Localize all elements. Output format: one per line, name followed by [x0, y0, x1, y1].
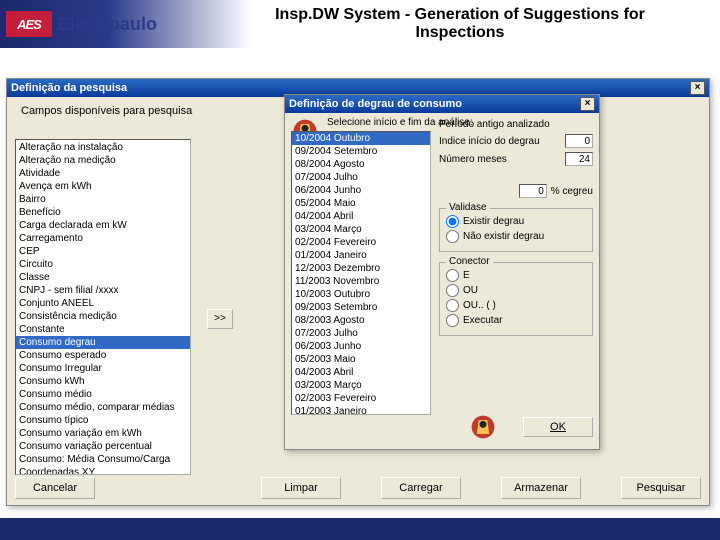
connector-e-label: E — [463, 270, 470, 281]
list-item[interactable]: 01/2003 Janeiro — [292, 405, 430, 415]
list-item[interactable]: 10/2004 Outubro — [292, 132, 430, 145]
page-title: Insp.DW System - Generation of Suggestio… — [220, 6, 700, 43]
not-exist-step-radio[interactable] — [446, 230, 459, 243]
brand-logo: AES Eletropaulo — [0, 11, 157, 37]
list-item[interactable]: 03/2003 Março — [292, 379, 430, 392]
list-item[interactable]: Classe — [16, 271, 190, 284]
cancel-button[interactable]: Cancelar — [15, 477, 95, 499]
connector-execute-radio[interactable] — [446, 314, 459, 327]
load-button[interactable]: Carregar — [381, 477, 461, 499]
list-item[interactable]: 02/2004 Fevereiro — [292, 236, 430, 249]
page-title-line-1: Insp.DW System - Generation of Suggestio… — [275, 6, 645, 23]
list-item[interactable]: Avença em kWh — [16, 180, 190, 193]
connector-ou-radio[interactable] — [446, 284, 459, 297]
list-item[interactable]: 01/2004 Janeiro — [292, 249, 430, 262]
dialog-title: Definição da pesquisa — [11, 82, 127, 94]
list-item[interactable]: Consistência medição — [16, 310, 190, 323]
list-item[interactable]: Consumo médio — [16, 388, 190, 401]
list-item[interactable]: Consumo kWh — [16, 375, 190, 388]
close-icon[interactable]: × — [690, 81, 705, 95]
pct-degrau-input[interactable] — [519, 184, 547, 198]
validate-group: Validase Existir degrau Não existir degr… — [439, 208, 593, 252]
brand-abbrev: AES — [6, 11, 52, 37]
list-item[interactable]: Conjunto ANEEL — [16, 297, 190, 310]
list-item[interactable]: CEP — [16, 245, 190, 258]
list-item[interactable]: 02/2003 Fevereiro — [292, 392, 430, 405]
footer-bar — [0, 518, 720, 540]
list-item[interactable]: Circuito — [16, 258, 190, 271]
not-exist-step-label: Não existir degrau — [463, 231, 544, 242]
list-item[interactable]: 05/2003 Maio — [292, 353, 430, 366]
months-count-label: Número meses — [439, 154, 561, 165]
connector-group: Conector E OU OU.. ( ) Executar — [439, 262, 593, 336]
list-item[interactable]: 08/2003 Agosto — [292, 314, 430, 327]
step-definition-dialog: Definição de degrau de consumo × Selecio… — [284, 94, 600, 450]
list-item[interactable]: 11/2003 Novembro — [292, 275, 430, 288]
list-item[interactable]: Consumo típico — [16, 414, 190, 427]
list-item[interactable]: 07/2004 Julho — [292, 171, 430, 184]
ok-button[interactable]: OK — [523, 417, 593, 437]
list-item[interactable]: CNPJ - sem filial /xxxx — [16, 284, 190, 297]
list-item[interactable]: Carga declarada em kW — [16, 219, 190, 232]
list-item[interactable]: Consumo Irregular — [16, 362, 190, 375]
list-item[interactable]: 03/2004 Março — [292, 223, 430, 236]
clear-button[interactable]: Limpar — [261, 477, 341, 499]
list-item[interactable]: Constante — [16, 323, 190, 336]
connector-ou-paren-radio[interactable] — [446, 299, 459, 312]
months-count-input[interactable] — [565, 152, 593, 166]
list-item[interactable]: Consumo degrau — [16, 336, 190, 349]
list-item[interactable]: Carregamento — [16, 232, 190, 245]
connector-ou-paren-label: OU.. ( ) — [463, 300, 496, 311]
transfer-right-button[interactable]: >> — [207, 309, 233, 329]
pct-degrau-label: % cegreu — [551, 186, 593, 197]
list-item[interactable]: Consumo esperado — [16, 349, 190, 362]
search-button[interactable]: Pesquisar — [621, 477, 701, 499]
list-item[interactable]: 04/2004 Abril — [292, 210, 430, 223]
list-item[interactable]: 12/2003 Dezembro — [292, 262, 430, 275]
store-button[interactable]: Armazenar — [501, 477, 581, 499]
connector-ou-label: OU — [463, 285, 478, 296]
page-title-line-2: Inspections — [416, 24, 505, 41]
list-item[interactable]: 09/2004 Setembro — [292, 145, 430, 158]
validate-legend: Validase — [446, 202, 490, 213]
months-list[interactable]: 10/2004 Outubro09/2004 Setembro08/2004 A… — [291, 131, 431, 415]
start-index-input[interactable] — [565, 134, 593, 148]
list-item[interactable]: Consumo variação em kWh — [16, 427, 190, 440]
dialog-button-row: Cancelar Limpar Carregar Armazenar Pesqu… — [15, 477, 701, 499]
popup-titlebar[interactable]: Definição de degrau de consumo × — [285, 95, 599, 113]
connector-execute-label: Executar — [463, 315, 502, 326]
list-item[interactable]: 10/2003 Outubro — [292, 288, 430, 301]
list-item[interactable]: 09/2003 Setembro — [292, 301, 430, 314]
list-item[interactable]: Consumo variação percentual — [16, 440, 190, 453]
popup-title: Definição de degrau de consumo — [289, 98, 462, 110]
app-banner: AES Eletropaulo Insp.DW System - Generat… — [0, 0, 720, 48]
list-item[interactable]: Consumo: Média Consumo/Carga — [16, 453, 190, 466]
list-item[interactable]: Bairro — [16, 193, 190, 206]
available-fields-list[interactable]: Alteração na instalaçãoAlteração na medi… — [15, 139, 191, 475]
list-item[interactable]: 04/2003 Abril — [292, 366, 430, 379]
list-item[interactable]: Alteração na medição — [16, 154, 190, 167]
list-item[interactable]: Consumo médio, comparar médias — [16, 401, 190, 414]
list-item[interactable]: Atividade — [16, 167, 190, 180]
period-analysed-label: Período antigo analizado — [439, 119, 593, 130]
list-item[interactable]: 06/2004 Junho — [292, 184, 430, 197]
warning-icon — [469, 413, 497, 441]
list-item[interactable]: 07/2003 Julho — [292, 327, 430, 340]
exist-step-label: Existir degrau — [463, 216, 524, 227]
connector-legend: Conector — [446, 256, 493, 267]
exist-step-radio[interactable] — [446, 215, 459, 228]
list-item[interactable]: Alteração na instalação — [16, 141, 190, 154]
start-index-label: Indice início do degrau — [439, 136, 561, 147]
list-item[interactable]: 08/2004 Agosto — [292, 158, 430, 171]
close-icon[interactable]: × — [580, 97, 595, 111]
connector-e-radio[interactable] — [446, 269, 459, 282]
list-item[interactable]: 06/2003 Junho — [292, 340, 430, 353]
list-item[interactable]: 05/2004 Maio — [292, 197, 430, 210]
brand-name: Eletropaulo — [58, 14, 157, 35]
list-item[interactable]: Coordenadas XY — [16, 466, 190, 475]
list-item[interactable]: Benefício — [16, 206, 190, 219]
